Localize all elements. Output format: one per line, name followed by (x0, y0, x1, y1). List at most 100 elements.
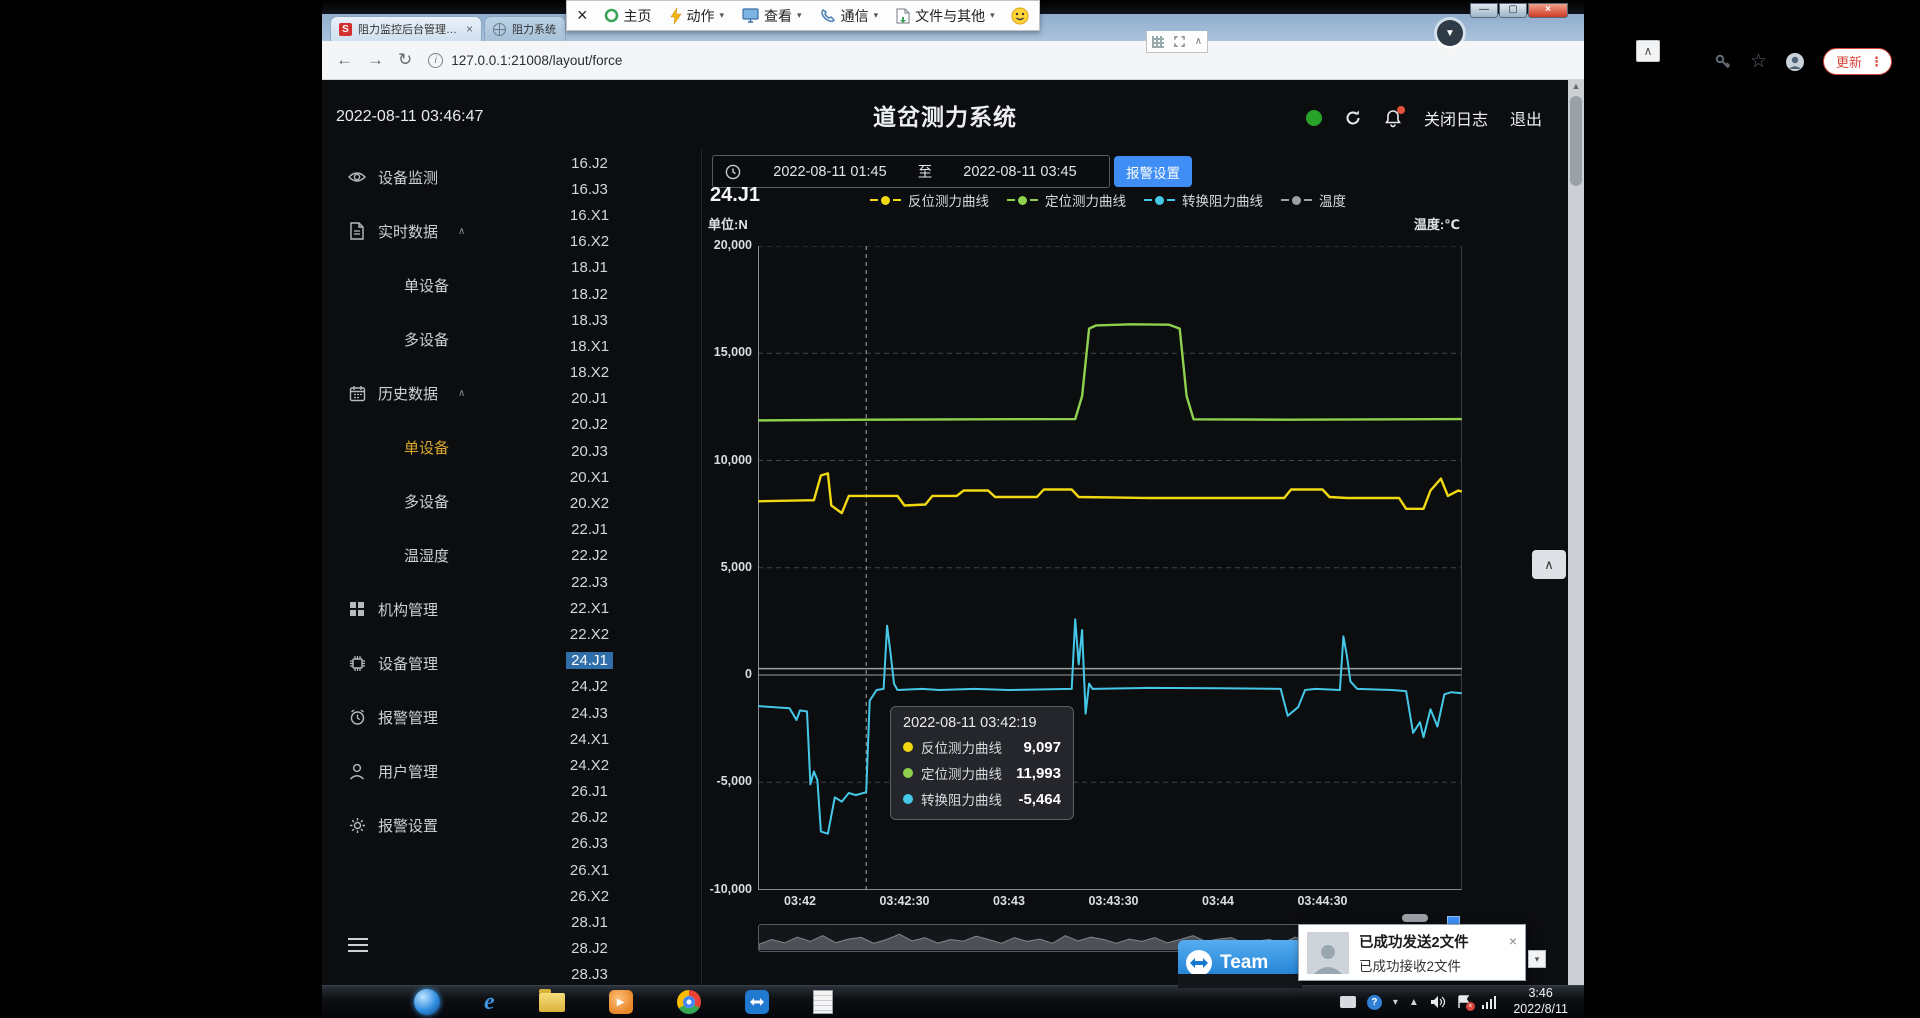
tray-app-icon[interactable] (1340, 996, 1356, 1008)
internet-explorer-icon[interactable]: e (484, 989, 495, 1016)
device-list-item[interactable]: 24.X1 (478, 726, 701, 752)
smiley-icon[interactable] (1011, 7, 1029, 25)
sidebar-collapse-icon[interactable] (348, 938, 368, 952)
device-list-item[interactable]: 20.J1 (478, 386, 701, 412)
bookmark-star-icon[interactable]: ☆ (1750, 50, 1767, 73)
site-info-icon[interactable]: i (428, 53, 443, 68)
device-list-item[interactable]: 20.J2 (478, 412, 701, 438)
tab-close-icon[interactable]: × (466, 22, 473, 36)
toolbar-close-icon[interactable]: × (577, 5, 588, 26)
menu-dots-icon[interactable]: ⋮ (1870, 54, 1883, 70)
device-list-item[interactable]: 28.J2 (478, 936, 701, 962)
collapse-up-icon[interactable]: ∧ (1195, 36, 1202, 47)
back-icon[interactable]: ← (336, 50, 353, 70)
sidebar-item[interactable]: 设备监测 (322, 150, 478, 204)
tray-expand-icon[interactable]: ▲ (1409, 997, 1419, 1008)
device-list-item[interactable]: 24.J1 (478, 648, 701, 674)
sidebar-item[interactable]: 多设备 (322, 312, 478, 366)
device-list-item[interactable]: 24.J3 (478, 700, 701, 726)
notepad-icon[interactable] (813, 990, 833, 1014)
device-list-item[interactable]: 22.X2 (478, 621, 701, 647)
close-log-button[interactable]: 关闭日志 (1424, 106, 1488, 130)
device-list-item[interactable]: 16.J2 (478, 150, 701, 176)
device-list-item[interactable]: 18.J2 (478, 281, 701, 307)
legend-item[interactable]: 反位测力曲线 (870, 190, 989, 210)
sidebar-item[interactable]: 设备管理 (322, 636, 478, 690)
action-center-flag-icon[interactable]: × (1457, 995, 1471, 1009)
tray-help-icon[interactable]: ? (1367, 995, 1382, 1010)
sidebar-item[interactable]: 单设备 (322, 420, 478, 474)
device-list-item[interactable]: 18.X2 (478, 360, 701, 386)
url-text[interactable]: 127.0.0.1:21008/layout/force (451, 53, 622, 68)
device-list-item[interactable]: 22.J1 (478, 517, 701, 543)
sidebar-item[interactable]: 多设备 (322, 474, 478, 528)
remote-toolbar-item[interactable]: 通信 ▾ (820, 6, 879, 26)
device-list-item[interactable]: 16.X2 (478, 229, 701, 255)
media-player-icon[interactable]: ▶ (609, 990, 633, 1014)
device-list-item[interactable]: 18.J1 (478, 255, 701, 281)
sidebar-item[interactable]: 温湿度 (322, 528, 478, 582)
browser-tab-force[interactable]: 阻力系统 (484, 16, 566, 41)
sidebar-item[interactable]: 报警设置 (322, 798, 478, 852)
tray-caret-icon[interactable]: ▾ (1393, 997, 1398, 1008)
minimize-button[interactable]: — (1470, 3, 1498, 18)
notification-caret-button[interactable]: ▾ (1528, 950, 1546, 968)
device-list-item[interactable]: 16.X1 (478, 202, 701, 228)
key-icon[interactable] (1714, 53, 1732, 71)
device-list-item[interactable]: 24.J2 (478, 674, 701, 700)
device-list-item[interactable]: 24.X2 (478, 752, 701, 778)
remote-toolbar-item[interactable]: 查看 ▾ (742, 6, 802, 26)
alarm-settings-button[interactable]: 报警设置 (1114, 156, 1192, 187)
remote-toolbar-item[interactable]: 文件与其他 ▾ (896, 6, 995, 26)
notification-bell-icon[interactable] (1384, 109, 1402, 128)
device-list-item[interactable]: 22.J3 (478, 569, 701, 595)
network-signal-icon[interactable] (1482, 996, 1497, 1009)
volume-icon[interactable] (1430, 995, 1446, 1009)
teamviewer-taskbar-icon[interactable] (745, 990, 769, 1014)
device-list-item[interactable]: 26.J3 (478, 831, 701, 857)
logout-button[interactable]: 退出 (1510, 106, 1542, 130)
device-list-item[interactable]: 26.J1 (478, 779, 701, 805)
device-list-item[interactable]: 20.X1 (478, 464, 701, 490)
fullscreen-icon[interactable] (1174, 36, 1185, 47)
collapse-circle-button[interactable]: ▼ (1437, 20, 1463, 46)
legend-item[interactable]: 定位测力曲线 (1007, 190, 1126, 210)
date-range-picker[interactable]: 2022-08-11 01:45 至 2022-08-11 03:45 (712, 155, 1110, 188)
chart-plot-area[interactable] (758, 246, 1462, 890)
device-list-item[interactable]: 26.J2 (478, 805, 701, 831)
range-start-input[interactable]: 2022-08-11 01:45 (755, 164, 905, 180)
profile-icon[interactable] (1785, 52, 1805, 72)
reload-icon[interactable]: ↻ (398, 50, 412, 70)
close-button[interactable]: × (1528, 3, 1568, 18)
minimap-scroll-pill[interactable] (1402, 914, 1428, 922)
chrome-icon[interactable] (677, 990, 701, 1014)
device-list-item[interactable]: 26.X2 (478, 883, 701, 909)
back-to-top-button[interactable]: ∧ (1532, 550, 1566, 579)
forward-icon[interactable]: → (367, 50, 384, 70)
viewer-scroll-up-button[interactable]: ∧ (1636, 40, 1660, 62)
remote-toolbar-item[interactable]: 动作 ▾ (670, 6, 725, 26)
range-end-input[interactable]: 2022-08-11 03:45 (945, 164, 1095, 180)
scrollbar-thumb[interactable] (1570, 96, 1582, 186)
sidebar-item[interactable]: 单设备 (322, 258, 478, 312)
grid-handle-icon[interactable] (1152, 36, 1164, 48)
device-list-item[interactable]: 20.J3 (478, 438, 701, 464)
browser-tab-admin[interactable]: S 阻力监控后台管理系统-设备管理 × (330, 16, 482, 41)
refresh-icon[interactable] (1344, 109, 1362, 127)
device-list-item[interactable]: 16.J3 (478, 176, 701, 202)
legend-item[interactable]: 转换阻力曲线 (1144, 190, 1263, 210)
sidebar-item[interactable]: 实时数据 ∧ (322, 204, 478, 258)
device-list-item[interactable]: 26.X1 (478, 857, 701, 883)
remote-toolbar-item[interactable]: 主页 (604, 6, 652, 26)
legend-item[interactable]: 温度 (1281, 190, 1346, 210)
taskbar-clock[interactable]: 3:46 2022/8/11 (1513, 986, 1568, 1017)
scrollbar-up-icon[interactable]: ▲ (1568, 81, 1584, 91)
device-list-item[interactable]: 20.X2 (478, 490, 701, 516)
explorer-folder-icon[interactable] (539, 993, 565, 1012)
device-list-item[interactable]: 22.J2 (478, 543, 701, 569)
page-scrollbar[interactable]: ▲ (1568, 80, 1584, 985)
sidebar-item[interactable]: 报警管理 (322, 690, 478, 744)
device-list-item[interactable]: 28.J1 (478, 909, 701, 935)
notification-close-icon[interactable]: × (1509, 933, 1517, 949)
device-list-item[interactable]: 18.X1 (478, 333, 701, 359)
